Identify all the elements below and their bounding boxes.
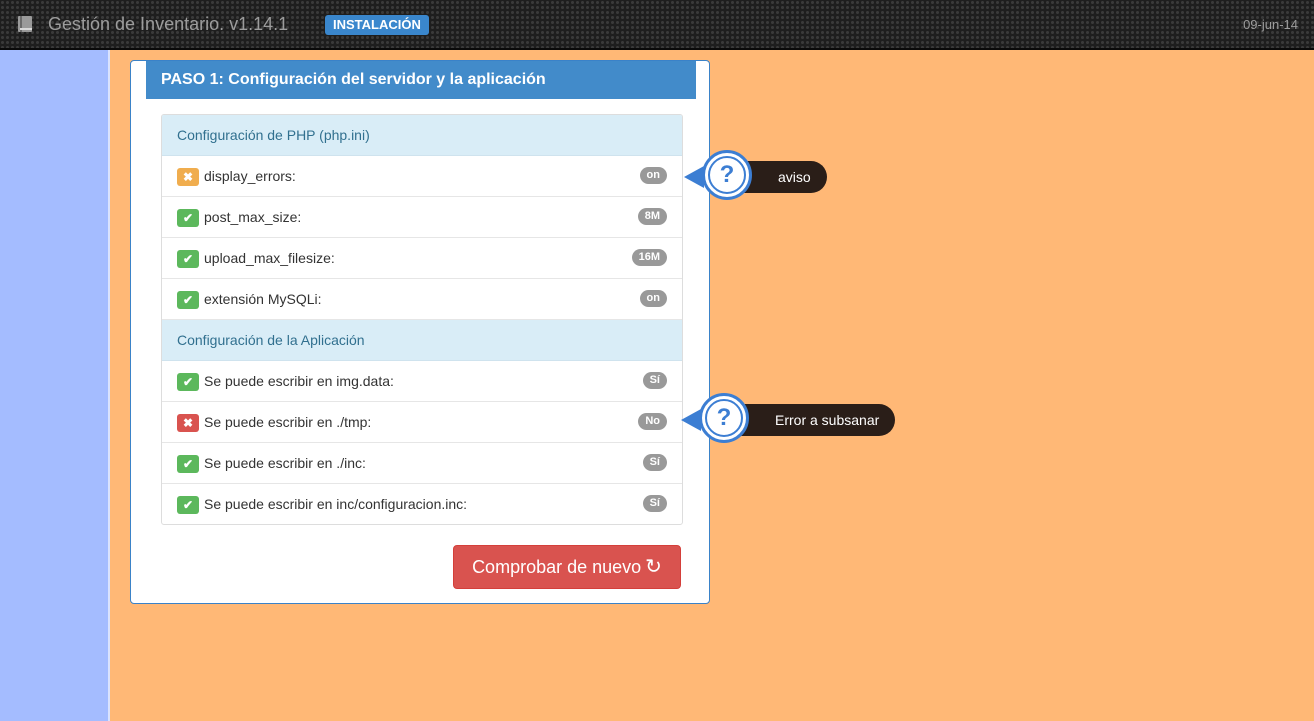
value-badge: on	[639, 290, 667, 307]
help-icon[interactable]: ?	[699, 393, 749, 443]
recheck-button[interactable]: Comprobar de nuevo ↻	[453, 545, 681, 589]
app-title[interactable]: Gestión de Inventario. v1.14.1	[48, 14, 288, 35]
warning-tooltip: ? aviso	[684, 150, 827, 200]
item-label: upload_max_filesize:	[204, 250, 335, 266]
item-label: extensión MySQLi:	[204, 291, 322, 307]
section-header-php: Configuración de PHP (php.ini)	[162, 115, 682, 156]
list-item: ✔ extensión MySQLi: on	[162, 279, 682, 320]
list-item: ✔ Se puede escribir en ./inc: Sí	[162, 443, 682, 484]
list-item: ✔ post_max_size: 8M	[162, 197, 682, 238]
item-label: display_errors:	[204, 168, 296, 184]
panel-title: PASO 1: Configuración del servidor y la …	[146, 61, 696, 99]
check-icon: ✔	[177, 373, 199, 391]
check-icon: ✔	[177, 455, 199, 473]
list-item: ✔ Se puede escribir en img.data: Sí	[162, 361, 682, 402]
check-icon: ✔	[177, 496, 199, 514]
warning-tooltip-text: aviso	[778, 169, 811, 185]
help-icon[interactable]: ?	[702, 150, 752, 200]
mode-badge: INSTALACIÓN	[325, 15, 429, 35]
item-label: Se puede escribir en inc/configuracion.i…	[204, 496, 468, 512]
date-label: 09-jun-14	[1243, 17, 1298, 32]
check-icon: ✔	[177, 250, 199, 268]
list-item: ✖ display_errors: on	[162, 156, 682, 197]
item-label: Se puede escribir en ./inc:	[204, 455, 366, 471]
item-label: Se puede escribir en ./tmp:	[204, 414, 372, 430]
tooltip-arrow	[681, 409, 701, 431]
value-badge: Sí	[642, 372, 667, 389]
left-sidebar-background	[0, 50, 110, 721]
error-tooltip: ? Error a subsanar	[681, 393, 896, 443]
x-icon: ✖	[177, 168, 199, 186]
value-badge: 16M	[631, 249, 667, 266]
value-badge: Sí	[642, 454, 667, 471]
book-icon	[18, 16, 32, 32]
top-navbar: Gestión de Inventario. v1.14.1 INSTALACI…	[0, 0, 1314, 50]
check-icon: ✔	[177, 209, 199, 227]
section-header-app: Configuración de la Aplicación	[162, 320, 682, 361]
tooltip-arrow	[684, 166, 704, 188]
list-item: ✖ Se puede escribir en ./tmp: No	[162, 402, 682, 443]
refresh-icon: ↻	[645, 556, 662, 578]
error-tooltip-text: Error a subsanar	[775, 412, 880, 428]
list-item: ✔ upload_max_filesize: 16M	[162, 238, 682, 279]
value-badge: No	[638, 413, 667, 430]
config-list: Configuración de PHP (php.ini) ✖ display…	[161, 114, 683, 525]
recheck-button-label: Comprobar de nuevo	[472, 557, 642, 577]
item-label: post_max_size:	[204, 209, 302, 225]
setup-panel: PASO 1: Configuración del servidor y la …	[130, 60, 710, 604]
value-badge: on	[639, 167, 667, 184]
item-label: Se puede escribir en img.data:	[204, 373, 394, 389]
list-item: ✔ Se puede escribir en inc/configuracion…	[162, 484, 682, 524]
check-icon: ✔	[177, 291, 199, 309]
value-badge: 8M	[637, 208, 667, 225]
x-icon: ✖	[177, 414, 199, 432]
value-badge: Sí	[642, 495, 667, 512]
